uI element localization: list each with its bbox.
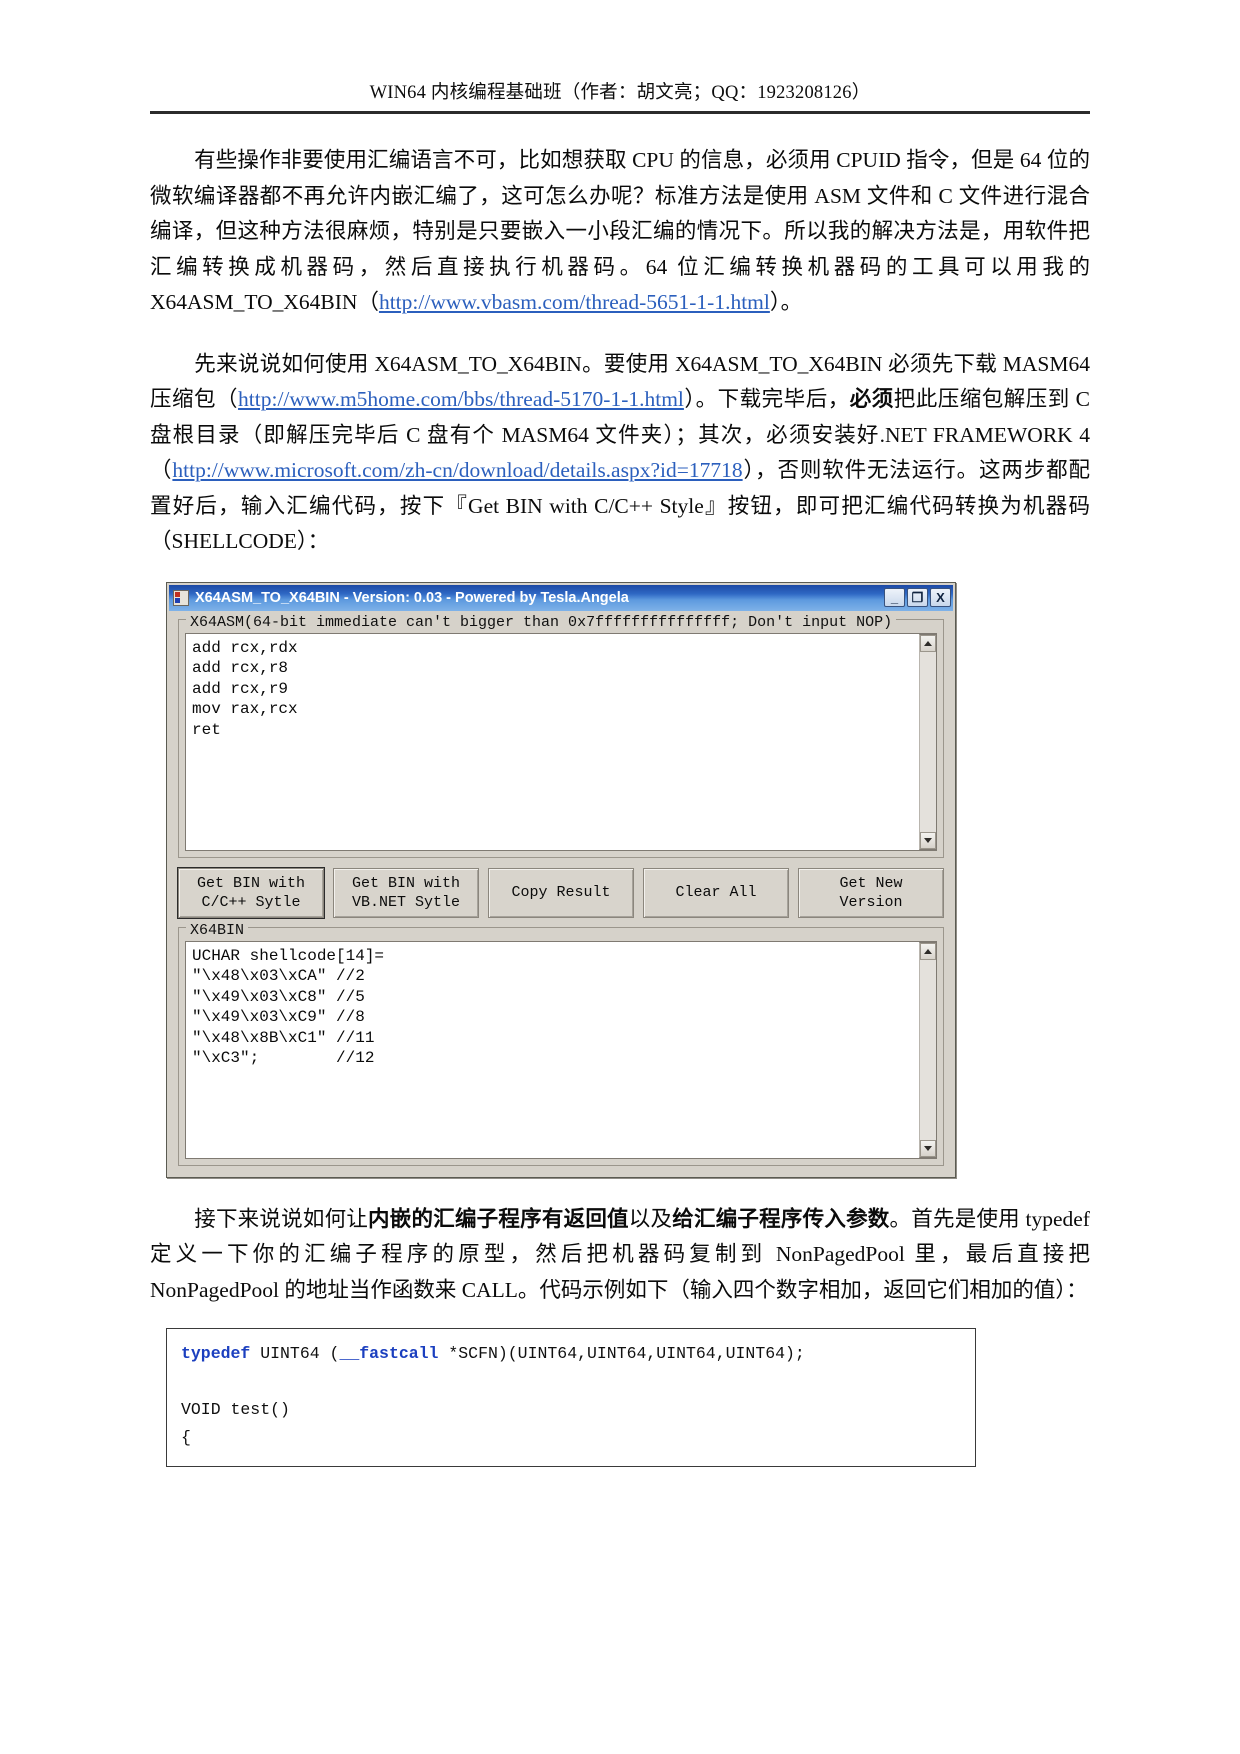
maximize-icon[interactable]: ❐ bbox=[907, 588, 928, 607]
paragraph-2: 先来说说如何使用 X64ASM_TO_X64BIN。要使用 X64ASM_TO_… bbox=[150, 347, 1090, 560]
code-text-2: *SCFN)(UINT64,UINT64,UINT64,UINT64); bbox=[438, 1344, 805, 1363]
code-line-3: VOID test() bbox=[181, 1400, 290, 1419]
scroll-down-icon[interactable] bbox=[920, 1139, 936, 1157]
document-page: WIN64 内核编程基础班（作者：胡文亮；QQ：1923208126） 有些操作… bbox=[0, 0, 1240, 1754]
get-bin-c-button[interactable]: Get BIN with C/C++ Sytle bbox=[177, 866, 325, 919]
header-title: WIN64 内核编程基础班（作者：胡文亮；QQ：1923208126） bbox=[369, 83, 871, 103]
bin-scrollbar[interactable] bbox=[919, 941, 937, 1158]
scroll-up-icon[interactable] bbox=[920, 634, 936, 652]
link-vbasm[interactable]: http://www.vbasm.com/thread-5651-1-1.htm… bbox=[379, 290, 770, 314]
bin-group-top: X64BIN bbox=[178, 922, 944, 939]
arrow-down-icon bbox=[924, 1145, 932, 1151]
asm-group-top: X64ASM(64-bit immediate can't bigger tha… bbox=[178, 614, 944, 631]
code-text-1: UINT64 bbox=[250, 1344, 330, 1363]
window-title: X64ASM_TO_X64BIN - Version: 0.03 - Power… bbox=[195, 589, 629, 606]
paragraph-1: 有些操作非要使用汇编语言不可，比如想获取 CPU 的信息，必须用 CPUID 指… bbox=[150, 143, 1090, 321]
minimize-icon[interactable]: _ bbox=[884, 588, 905, 607]
paragraph-2-bold-1: 必须 bbox=[849, 387, 894, 411]
source-code-block: typedef UINT64 (__fastcall *SCFN)(UINT64… bbox=[166, 1328, 976, 1467]
asm-group-label: X64ASM(64-bit immediate can't bigger tha… bbox=[190, 613, 893, 631]
window-titlebar[interactable]: X64ASM_TO_X64BIN - Version: 0.03 - Power… bbox=[169, 584, 953, 611]
paragraph-3-bold-1: 内嵌的汇编子程序有返回值 bbox=[368, 1206, 629, 1231]
window-client-area: X64ASM(64-bit immediate can't bigger tha… bbox=[169, 610, 953, 1175]
asm-input-value[interactable]: add rcx,rdx add rcx,r8 add rcx,r9 mov ra… bbox=[186, 634, 919, 850]
paragraph-2-text-b: ）。下载完毕后， bbox=[683, 387, 850, 411]
get-new-version-button[interactable]: Get New Version bbox=[798, 867, 944, 918]
paragraph-3-bold-2: 给汇编子程序传入参数 bbox=[672, 1206, 890, 1231]
window-controls[interactable]: _ ❐ X bbox=[884, 588, 951, 607]
code-keyword-fastcall: __fastcall bbox=[339, 1344, 439, 1363]
asm-group-box: X64ASM(64-bit immediate can't bigger tha… bbox=[178, 614, 944, 858]
code-line-4: { bbox=[181, 1428, 191, 1447]
clear-all-button[interactable]: Clear All bbox=[643, 867, 789, 918]
group-border-right bbox=[896, 618, 944, 628]
asm-group-body: add rcx,rdx add rcx,r8 add rcx,r9 mov ra… bbox=[178, 626, 944, 858]
link-m5home[interactable]: http://www.m5home.com/bbs/thread-5170-1-… bbox=[238, 387, 684, 411]
bin-group-box: X64BIN UCHAR shellcode[14]= "\x48\x03\xC… bbox=[178, 922, 944, 1166]
arrow-up-icon bbox=[924, 948, 932, 954]
header-divider bbox=[150, 111, 1090, 114]
scroll-up-icon[interactable] bbox=[920, 942, 936, 960]
paragraph-1-text-b: ）。 bbox=[769, 290, 803, 314]
document-header: WIN64 内核编程基础班（作者：胡文亮；QQ：1923208126） bbox=[150, 0, 1090, 104]
application-icon bbox=[173, 589, 189, 606]
arrow-up-icon bbox=[924, 640, 932, 646]
paragraph-3-text-b: 以及 bbox=[628, 1206, 673, 1231]
scroll-down-icon[interactable] bbox=[920, 831, 936, 849]
get-bin-vbnet-button[interactable]: Get BIN with VB.NET Sytle bbox=[333, 867, 479, 918]
close-icon[interactable]: X bbox=[930, 588, 951, 607]
asm-input-textarea[interactable]: add rcx,rdx add rcx,r8 add rcx,r9 mov ra… bbox=[185, 632, 937, 851]
code-keyword-typedef: typedef bbox=[181, 1344, 251, 1363]
x64asm-application-window[interactable]: X64ASM_TO_X64BIN - Version: 0.03 - Power… bbox=[166, 581, 956, 1178]
bin-group-body: UCHAR shellcode[14]= "\x48\x03\xCA" //2 … bbox=[178, 934, 944, 1166]
arrow-down-icon bbox=[924, 837, 932, 843]
copy-result-button[interactable]: Copy Result bbox=[488, 867, 634, 918]
bin-scroll-track[interactable] bbox=[920, 959, 936, 1140]
group-border-left bbox=[178, 618, 186, 628]
bin-group-label: X64BIN bbox=[190, 921, 245, 939]
asm-scroll-track[interactable] bbox=[920, 651, 936, 832]
link-microsoft[interactable]: http://www.microsoft.com/zh-cn/download/… bbox=[172, 458, 742, 482]
group-border-right bbox=[248, 926, 944, 936]
group-border-left bbox=[178, 926, 186, 936]
paragraph-3-text-a: 接下来说说如何让 bbox=[194, 1206, 369, 1231]
bin-output-textarea[interactable]: UCHAR shellcode[14]= "\x48\x03\xCA" //2 … bbox=[185, 940, 937, 1159]
code-paren: ( bbox=[329, 1344, 340, 1363]
asm-scrollbar[interactable] bbox=[919, 633, 937, 850]
action-button-row: Get BIN with C/C++ Sytle Get BIN with VB… bbox=[177, 866, 944, 919]
bin-output-value[interactable]: UCHAR shellcode[14]= "\x48\x03\xCA" //2 … bbox=[186, 942, 919, 1158]
paragraph-3: 接下来说说如何让内嵌的汇编子程序有返回值以及给汇编子程序传入参数。首先是使用 t… bbox=[150, 1202, 1090, 1309]
